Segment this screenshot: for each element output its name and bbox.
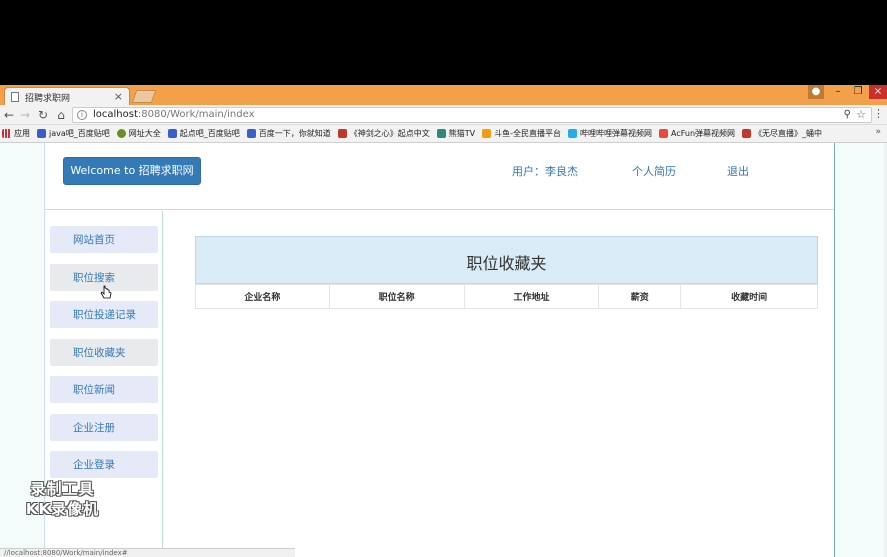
sidebar-item-company-login[interactable]: 企业登录	[50, 451, 158, 478]
column-header: 薪资	[598, 284, 682, 309]
column-header: 收藏时间	[680, 284, 818, 309]
sidebar-item-applications[interactable]: 职位投递记录	[50, 301, 158, 328]
bookmark-item[interactable]: 《神剑之心》起点中文	[337, 128, 430, 139]
close-window-button[interactable]: ×	[869, 85, 887, 99]
browser-toolbar: ← → ↻ ⌂ i localhost:8080/Work/main/index…	[0, 105, 887, 125]
column-header: 职位名称	[328, 284, 465, 309]
column-header: 工作地址	[463, 284, 600, 309]
acfun-icon	[659, 129, 669, 138]
resume-link[interactable]: 个人简历	[632, 163, 676, 179]
page-title: 职位收藏夹	[195, 236, 818, 284]
bookmark-label: java吧_百度贴吧	[49, 129, 110, 138]
bookmark-label: 应用	[14, 129, 30, 138]
bookmark-item[interactable]: 百度一下，你就知道	[246, 128, 331, 139]
status-bar: //localhost:8080/Work/main/index#	[0, 548, 295, 557]
bookmark-label: 熊猫TV	[448, 129, 476, 138]
baidu-tieba-icon	[167, 129, 177, 138]
new-tab-button[interactable]	[131, 90, 157, 103]
address-bar[interactable]: i localhost:8080/Work/main/index ⚲ ☆	[72, 107, 872, 123]
info-icon[interactable]: i	[77, 110, 87, 120]
page-container: Welcome to 招聘求职网 用户：李良杰 个人简历 退出 网站首页 职位搜…	[44, 143, 835, 557]
page-viewport: Welcome to 招聘求职网 用户：李良杰 个人简历 退出 网站首页 职位搜…	[0, 143, 887, 557]
bookmark-item[interactable]: java吧_百度贴吧	[37, 128, 110, 139]
bookmark-star-icon[interactable]: ☆	[856, 108, 866, 121]
apps-grid-icon	[2, 129, 11, 138]
page-icon	[11, 92, 19, 102]
bookmark-label: 《无尽直播》_蛹中	[754, 129, 823, 138]
browser-menu-icon[interactable]: ⋮	[873, 107, 884, 120]
bookmark-item[interactable]: 《无尽直播》_蛹中	[742, 128, 822, 139]
bookmark-apps[interactable]: 应用	[2, 128, 30, 139]
tab-title: 招聘求职网	[25, 94, 71, 104]
maximize-button[interactable]: ❐	[849, 85, 867, 99]
qidian-icon	[337, 129, 347, 138]
back-arrow-icon[interactable]: ←	[2, 107, 16, 123]
forward-arrow-icon[interactable]: →	[18, 107, 32, 123]
site-header: Welcome to 招聘求职网 用户：李良杰 个人简历 退出	[45, 143, 834, 210]
bookmark-label: 网址大全	[128, 129, 161, 138]
bookmark-label: 《神剑之心》起点中文	[349, 129, 430, 138]
screen: 招聘求职网 × ● – ❐ × ← → ↻ ⌂ i localhost:8080…	[0, 0, 887, 557]
bookmark-item[interactable]: 斗鱼-全民直播平台	[482, 128, 561, 139]
baidu-tieba-icon	[37, 129, 46, 138]
url-host: localhost	[93, 109, 138, 120]
watermark-line1: 录制工具	[30, 480, 95, 498]
panda-tv-icon	[436, 129, 446, 138]
pin-icon[interactable]: ⚲	[844, 109, 851, 120]
browser-tab[interactable]: 招聘求职网 ×	[4, 87, 130, 105]
qidian-icon	[742, 129, 752, 138]
baidu-paw-icon	[246, 129, 256, 138]
bookmark-label: 哔哩哔哩弹幕视频网	[580, 129, 653, 138]
welcome-button[interactable]: Welcome to 招聘求职网	[63, 157, 201, 185]
bookmark-label: AcFun弹幕视频网	[671, 129, 736, 138]
bookmark-item[interactable]: AcFun弹幕视频网	[659, 128, 735, 139]
table-header-row: 企业名称 职位名称 工作地址 薪资 收藏时间	[195, 284, 818, 309]
bookmark-label: 斗鱼-全民直播平台	[494, 129, 562, 138]
watermark-line2: KK录像机	[25, 500, 100, 518]
favorites-table: 企业名称 职位名称 工作地址 薪资 收藏时间	[195, 284, 818, 309]
hand-cursor-icon	[100, 285, 112, 299]
bookmarks-more-icon[interactable]: »	[875, 127, 881, 137]
user-name-link[interactable]: 用户：李良杰	[512, 163, 578, 179]
bookmarks-bar: 应用 java吧_百度贴吧 网址大全 起点吧_百度贴吧 百度一下，你就知道 《神…	[0, 125, 887, 143]
sidebar-item-home[interactable]: 网站首页	[50, 226, 158, 253]
browser-tab-strip: 招聘求职网 × ● – ❐ ×	[0, 85, 887, 105]
bookmark-item[interactable]: 熊猫TV	[436, 128, 476, 139]
column-header: 企业名称	[195, 284, 330, 309]
home-icon[interactable]: ⌂	[54, 107, 68, 123]
tab-close-icon[interactable]: ×	[114, 90, 123, 103]
bookmark-item[interactable]: 网址大全	[116, 128, 161, 139]
minimize-button[interactable]: –	[829, 85, 847, 99]
profile-icon[interactable]: ●	[808, 85, 824, 99]
bookmark-label: 起点吧_百度贴吧	[179, 129, 240, 138]
recorder-watermark: 录制工具 KK录像机	[15, 479, 110, 519]
bilibili-icon	[568, 129, 578, 138]
url-path: :8080/Work/main/index	[137, 109, 255, 120]
bookmark-label: 百度一下，你就知道	[258, 129, 331, 138]
hao123-icon	[116, 129, 126, 138]
douyu-icon	[482, 129, 492, 138]
bookmark-item[interactable]: 哔哩哔哩弹幕视频网	[568, 128, 652, 139]
sidebar-item-company-register[interactable]: 企业注册	[50, 414, 158, 441]
sidebar-item-news[interactable]: 职位新闻	[50, 376, 158, 403]
sidebar-item-favorites[interactable]: 职位收藏夹	[50, 339, 158, 366]
bookmark-item[interactable]: 起点吧_百度贴吧	[167, 128, 240, 139]
logout-link[interactable]: 退出	[727, 163, 749, 179]
favorites-panel: 职位收藏夹 企业名称 职位名称 工作地址 薪资 收藏时间	[195, 236, 818, 309]
reload-icon[interactable]: ↻	[36, 107, 50, 123]
